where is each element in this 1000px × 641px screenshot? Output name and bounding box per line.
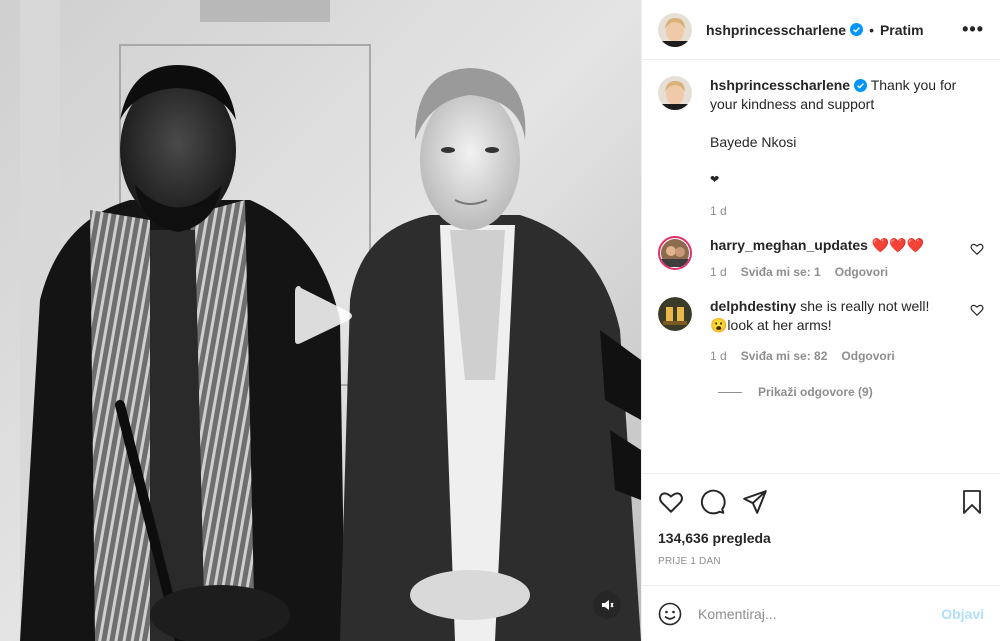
- play-icon: [295, 286, 352, 344]
- comment-composer: Objavi: [642, 585, 1000, 641]
- separator-dot: •: [869, 21, 874, 38]
- verified-icon: [854, 79, 868, 92]
- comment-row: delphdestiny she is really not well! 😮lo…: [658, 297, 984, 363]
- comment-like-icon[interactable]: [970, 303, 984, 317]
- comment-row: harry_meghan_updates ❤️❤️❤️ 1 d Sviđa mi…: [658, 236, 984, 279]
- post-header: hshprincesscharlene • Pratim •••: [642, 0, 1000, 60]
- comment-text: ❤️❤️❤️: [871, 237, 925, 253]
- emoji-icon[interactable]: [658, 602, 682, 626]
- comment-likes[interactable]: Sviđa mi se: 1: [741, 265, 821, 279]
- bookmark-icon[interactable]: [960, 489, 984, 515]
- view-replies-label: Prikaži odgovore (9): [758, 385, 873, 399]
- comments-section[interactable]: hshprincesscharlene Thank you for your k…: [642, 60, 1000, 473]
- comment-text: she is really not well!: [800, 298, 930, 314]
- comment-time[interactable]: 1 d: [710, 349, 727, 363]
- comment-likes[interactable]: Sviđa mi se: 82: [741, 349, 828, 363]
- post-actions: 134,636 pregleda PRIJE 1 DAN: [642, 473, 1000, 567]
- view-count[interactable]: 134,636 pregleda: [658, 530, 984, 546]
- replies-divider-line: [718, 391, 742, 393]
- post-comment-button[interactable]: Objavi: [941, 606, 984, 622]
- caption-avatar[interactable]: [658, 76, 692, 110]
- comment-like-icon[interactable]: [970, 242, 984, 256]
- post-timestamp: PRIJE 1 DAN: [658, 556, 721, 567]
- comment-avatar[interactable]: [658, 236, 692, 270]
- comment-username[interactable]: harry_meghan_updates: [710, 237, 868, 253]
- comment-avatar[interactable]: [658, 297, 692, 331]
- post-media[interactable]: [0, 0, 641, 641]
- volume-button[interactable]: [593, 591, 621, 619]
- more-options-icon[interactable]: •••: [962, 19, 984, 40]
- comment-text-continued: 😮look at her arms!: [710, 317, 832, 333]
- heart-icon[interactable]: [658, 489, 684, 515]
- share-icon[interactable]: [742, 489, 768, 515]
- caption-text-3: Bayede Nkosi: [710, 134, 797, 150]
- author-username[interactable]: hshprincesscharlene: [706, 22, 846, 38]
- caption-text-1: Thank you for: [870, 77, 957, 93]
- caption-username[interactable]: hshprincesscharlene: [710, 77, 850, 93]
- caption-text-2: your kindness and support: [710, 96, 875, 112]
- reply-button[interactable]: Odgovori: [841, 349, 894, 363]
- caption-heart: ❤: [710, 174, 720, 186]
- comment-username[interactable]: delphdestiny: [710, 298, 796, 314]
- comment-input[interactable]: [698, 605, 942, 622]
- play-button[interactable]: [285, 280, 357, 352]
- view-replies-button[interactable]: Prikaži odgovore (9): [718, 385, 984, 399]
- author-avatar[interactable]: [658, 12, 692, 47]
- caption-time[interactable]: 1 d: [710, 204, 727, 218]
- reply-button[interactable]: Odgovori: [835, 265, 888, 279]
- comment-time[interactable]: 1 d: [710, 265, 727, 279]
- post-details-panel: hshprincesscharlene • Pratim ••• hshprin…: [641, 0, 1000, 641]
- volume-icon: [602, 600, 614, 610]
- comment-icon[interactable]: [700, 489, 726, 515]
- verified-icon: [850, 23, 864, 36]
- caption: hshprincesscharlene Thank you for your k…: [658, 76, 984, 218]
- following-button[interactable]: Pratim: [880, 22, 924, 38]
